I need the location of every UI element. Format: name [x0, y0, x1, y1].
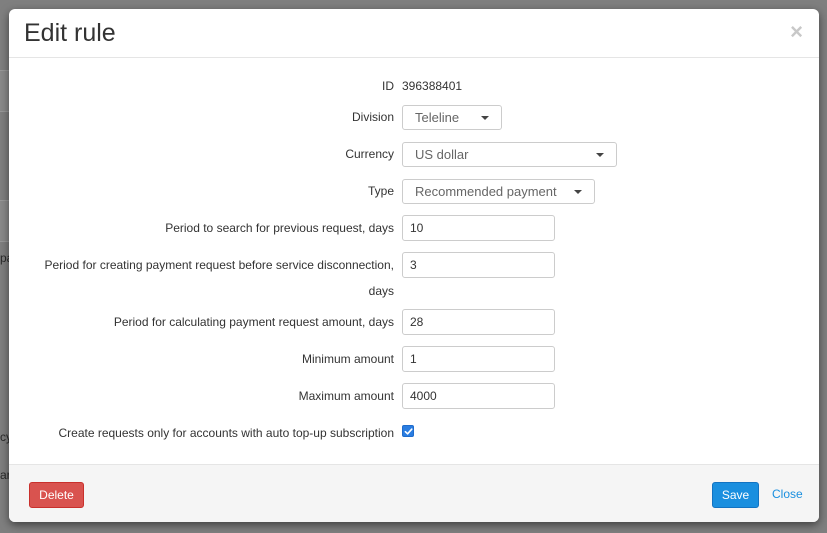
period-search-input[interactable] [402, 215, 555, 241]
maximum-amount-label: Maximum amount [298, 389, 394, 403]
period-creating-label-line2: days [368, 284, 394, 298]
currency-select-value: US dollar [415, 147, 469, 162]
type-select-value: Recommended payment [415, 184, 557, 199]
period-search-label: Period to search for previous request, d… [165, 221, 394, 235]
chevron-down-icon [596, 153, 604, 157]
save-button[interactable]: Save [712, 482, 759, 508]
id-label: ID [382, 79, 394, 93]
minimum-amount-label: Minimum amount [301, 352, 394, 366]
checkmark-icon [404, 428, 413, 435]
period-calculating-input[interactable] [402, 309, 555, 335]
auto-topup-checkbox[interactable] [402, 425, 414, 437]
division-label: Division [351, 110, 394, 124]
chevron-down-icon [481, 116, 489, 120]
division-select-value: Teleline [415, 110, 460, 125]
period-calculating-label: Period for calculating payment request a… [113, 315, 394, 329]
currency-select[interactable]: US dollar [402, 142, 617, 167]
division-select[interactable]: Teleline [402, 105, 502, 130]
modal-title: Edit rule [24, 19, 116, 47]
close-button[interactable]: Close [772, 482, 803, 506]
currency-label: Currency [345, 147, 394, 161]
chevron-down-icon [574, 190, 582, 194]
period-creating-label: Period for creating payment request befo… [44, 258, 394, 272]
modal-footer: Delete Save Close [9, 464, 819, 522]
maximum-amount-input[interactable] [402, 383, 555, 409]
edit-rule-dialog: Edit rule × ID 396388401 Division Teleli… [9, 9, 819, 522]
delete-button[interactable]: Delete [29, 482, 84, 508]
id-value: 396388401 [402, 79, 463, 93]
auto-topup-label: Create requests only for accounts with a… [58, 426, 394, 440]
type-select[interactable]: Recommended payment [402, 179, 595, 204]
period-creating-input[interactable] [402, 252, 555, 278]
minimum-amount-input[interactable] [402, 346, 555, 372]
close-icon[interactable]: × [790, 21, 803, 43]
modal-header: Edit rule × [9, 9, 819, 58]
type-label: Type [367, 184, 394, 198]
